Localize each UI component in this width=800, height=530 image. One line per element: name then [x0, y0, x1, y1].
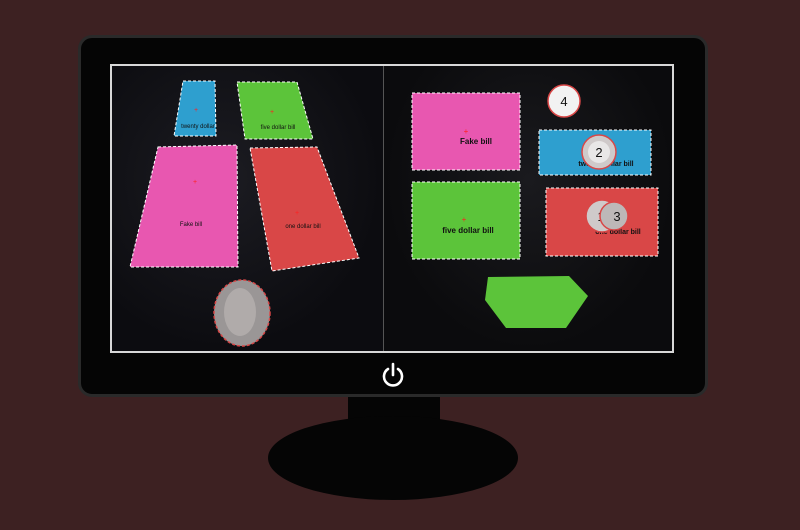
centroid-marker: +	[193, 179, 197, 186]
centroid-marker: +	[462, 215, 467, 224]
centroid-marker: +	[194, 107, 198, 114]
right-panel-rectified-view: Fake bill + twenty dollar bill five doll…	[384, 66, 672, 351]
coin-4-label: 4	[560, 94, 567, 109]
left-panel-canvas: twenty dollar + five dollar bill + Fake …	[129, 80, 360, 347]
centroid-marker: +	[295, 210, 299, 217]
five-dollar-bill-label: five dollar bill	[442, 226, 494, 235]
centroid-marker: +	[464, 127, 469, 136]
one-dollar-bill-region	[249, 146, 360, 272]
one-dollar-bill-label: one dollar bill	[285, 224, 320, 230]
five-dollar-bill-label: five dollar bill	[261, 125, 296, 131]
fake-bill-label: Fake bill	[460, 137, 492, 146]
coin-relief	[224, 288, 256, 336]
coin-3-label: 3	[613, 209, 620, 224]
monitor-screen: twenty dollar + five dollar bill + Fake …	[110, 64, 674, 353]
monitor-stand-base	[268, 416, 518, 500]
power-icon	[382, 362, 404, 387]
coin-2-label: 2	[595, 145, 602, 160]
power-button[interactable]	[378, 360, 408, 390]
left-panel-camera-view: twenty dollar + five dollar bill + Fake …	[112, 66, 384, 351]
centroid-marker: +	[270, 109, 274, 116]
twenty-dollar-bill-label: twenty dollar	[181, 124, 215, 130]
right-panel-canvas: Fake bill + twenty dollar bill five doll…	[411, 84, 659, 328]
fake-bill-label: Fake bill	[180, 222, 202, 228]
green-irregular-shape	[485, 276, 588, 328]
fake-bill-region	[129, 144, 239, 268]
